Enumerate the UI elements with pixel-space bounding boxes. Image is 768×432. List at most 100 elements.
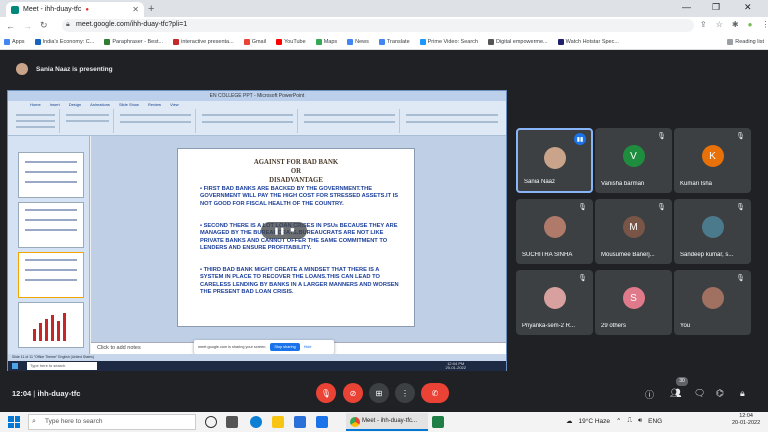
excel-icon[interactable]: [432, 416, 444, 428]
ppt-status-bar: Slide 11 of 11 "Office Theme" English (U…: [8, 354, 506, 361]
participant-tile[interactable]: K Kumari Isha 🎙︎: [674, 128, 751, 193]
address-bar[interactable]: meet.google.com/ihh-duay-tfc?pli=1: [62, 19, 694, 32]
slide-thumbnail[interactable]: [18, 202, 84, 248]
taskbar-search[interactable]: Type here to search: [28, 414, 196, 430]
mic-toggle-button[interactable]: 🎙︎: [316, 383, 336, 403]
participant-tile[interactable]: SUCHITRA SINHA 🎙︎: [516, 199, 593, 264]
speaking-indicator-icon: ▮▮: [574, 133, 586, 145]
browser-tab[interactable]: Meet - ihh-duay-tfc ● ✕: [6, 2, 144, 17]
more-options-button[interactable]: ⋮: [395, 383, 415, 403]
meeting-details-icon[interactable]: ⓘ: [645, 388, 654, 401]
slide-thumbnail[interactable]: [18, 252, 84, 298]
mail-icon[interactable]: [316, 416, 328, 428]
participant-tile[interactable]: M Mousumee Banerj... 🎙︎: [595, 199, 672, 264]
bookmark-item[interactable]: Paraphraser - Best...: [104, 38, 163, 45]
hide-button[interactable]: Hide: [304, 345, 312, 349]
weather-text: 19°C Haze: [578, 417, 611, 425]
bookmark-item[interactable]: India's Economy: C...: [34, 38, 94, 45]
bookmark-item[interactable]: Watch Hotstar Spec...: [557, 38, 619, 45]
bookmark-news[interactable]: News: [347, 38, 369, 45]
close-tab-icon[interactable]: ✕: [132, 5, 139, 14]
chat-icon[interactable]: 🗨︎: [694, 388, 705, 399]
ppt-window-title: EN COLLEGE PPT - Microsoft PowerPoint: [8, 91, 506, 101]
minimize-icon[interactable]: —: [682, 2, 691, 12]
maximize-icon[interactable]: ❐: [712, 2, 720, 13]
bookmark-apps[interactable]: Apps: [4, 38, 25, 45]
shared-screen: EN COLLEGE PPT - Microsoft PowerPoint Ho…: [7, 90, 507, 371]
slide-title: AGAINST FOR BAD BANK OR DISADVANTAGE: [253, 159, 339, 184]
start-button[interactable]: [8, 416, 20, 428]
participant-avatar: [543, 216, 566, 238]
chart-thumbnail-icon: [33, 313, 66, 341]
bookmark-gmail[interactable]: Gmail: [243, 38, 266, 45]
close-window-icon[interactable]: ✕: [744, 2, 752, 13]
participant-name: Sandeep kumar, s...: [680, 252, 734, 258]
video-controls-overlay[interactable]: ❚❚ ■: [261, 222, 307, 239]
reload-icon[interactable]: ↻: [40, 20, 48, 31]
mic-muted-icon: 🎙︎: [736, 133, 745, 140]
participant-name: Mousumee Banerj...: [601, 252, 655, 258]
mic-off-icon: 🎙︎: [320, 388, 332, 398]
stop-sharing-button[interactable]: Stop sharing: [270, 343, 300, 351]
participant-name: You: [680, 323, 691, 329]
bookmark-youtube[interactable]: YouTube: [276, 38, 306, 45]
bookmark-item[interactable]: Digital empowerme...: [487, 38, 548, 45]
taskbar-clock[interactable]: 12:04 20-01-2022: [732, 413, 760, 427]
bookmark-item[interactable]: interactive presenta...: [173, 38, 234, 45]
participant-tile[interactable]: V Vanisha barman 🎙︎: [595, 128, 672, 193]
ribbon-tabs: Home Insert Design Animations Slide Show…: [30, 102, 179, 107]
slide-thumbnail[interactable]: [18, 152, 84, 198]
edge-icon[interactable]: [250, 416, 262, 428]
slide-bullet: • THIRD BAD BANK MIGHT CREATE A MINDSET …: [200, 267, 399, 295]
profile-avatar[interactable]: ●: [748, 20, 753, 29]
forward-icon[interactable]: →: [23, 21, 32, 31]
back-icon[interactable]: ←: [6, 21, 15, 31]
menu-icon[interactable]: ⋮: [761, 20, 768, 29]
meeting-time: 12:04: [12, 389, 32, 398]
share-icon[interactable]: ⇪: [700, 20, 707, 29]
present-button[interactable]: ⊞: [369, 383, 389, 403]
participant-name: Priyanka-sem-2 R...: [522, 323, 576, 329]
bookmark-item[interactable]: Prime Video: Search: [419, 38, 478, 45]
cortana-icon[interactable]: [205, 416, 217, 428]
participant-avatar: K: [701, 145, 724, 167]
file-explorer-icon[interactable]: [272, 416, 284, 428]
bookmark-translate[interactable]: Translate: [378, 38, 410, 45]
slide-bullet: • FIRST BAD BANKS ARE BACKED BY THE GOVE…: [200, 186, 399, 207]
participant-tile[interactable]: Sania Naaz ▮▮: [516, 128, 593, 193]
participant-tile[interactable]: S 29 others: [595, 270, 672, 335]
participant-name: Vanisha barman: [601, 181, 645, 187]
participant-tile[interactable]: Priyanka-sem-2 R... 🎙︎: [516, 270, 593, 335]
host-controls-icon[interactable]: 🔒︎: [740, 388, 745, 399]
participant-tile[interactable]: You 🎙︎: [674, 270, 751, 335]
pause-icon: ❚❚: [273, 227, 286, 235]
ribbon-tab: Slide Show: [118, 102, 139, 107]
extensions-icon[interactable]: ✱: [732, 20, 739, 29]
lock-icon: 🔒︎: [66, 21, 70, 28]
mic-muted-icon: 🎙︎: [578, 204, 587, 211]
activities-icon[interactable]: ⌬: [716, 388, 724, 399]
camera-toggle-button[interactable]: ⊘: [343, 383, 363, 403]
people-count-badge: 30: [676, 377, 688, 386]
mic-muted-icon: 🎙︎: [657, 133, 666, 140]
meet-favicon-icon: [11, 5, 19, 14]
new-tab-icon[interactable]: +: [148, 3, 154, 15]
bookmark-maps[interactable]: Maps: [315, 38, 337, 45]
slide-thumbnail-chart[interactable]: [18, 302, 84, 348]
leave-call-button[interactable]: ✆: [421, 383, 449, 403]
reading-list[interactable]: Reading list: [727, 38, 764, 45]
presenting-bar: Sania Naaz is presenting: [0, 58, 768, 80]
hangup-icon: ✆: [431, 388, 439, 398]
sharing-banner-text: meet.google.com is sharing your screen.: [198, 345, 267, 349]
star-icon[interactable]: ☆: [716, 20, 723, 29]
shared-search-field: Type here to search: [27, 362, 97, 370]
bookmarks-bar: Apps India's Economy: C... Paraphraser -…: [0, 34, 768, 50]
ribbon-group-editing: [402, 109, 502, 133]
ribbon-tab: Animations: [90, 102, 110, 107]
people-icon[interactable]: 👥︎: [670, 388, 681, 399]
store-icon[interactable]: [294, 416, 306, 428]
task-view-icon[interactable]: [226, 416, 238, 428]
participant-tile[interactable]: Sandeep kumar, s... 🎙︎: [674, 199, 751, 264]
ribbon-tab: View: [170, 102, 179, 107]
recording-dot-icon: ●: [85, 6, 89, 13]
